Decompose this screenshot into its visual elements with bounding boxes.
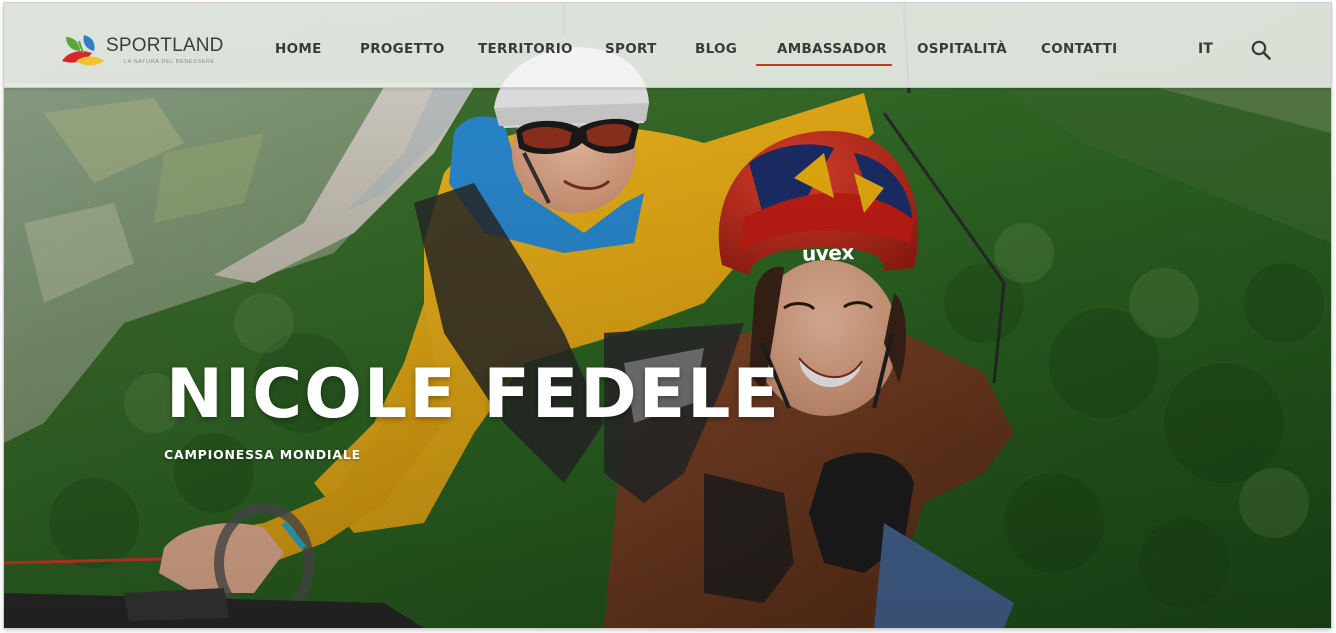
hero-subtitle: CAMPIONESSA MONDIALE bbox=[164, 447, 361, 462]
browser-viewport: uvex SPORTLAND LA NATURA DEL BENESSERE H… bbox=[4, 3, 1331, 628]
nav-item-ambassador[interactable]: AMBASSADOR bbox=[777, 41, 887, 57]
language-selector[interactable]: IT bbox=[1198, 41, 1213, 57]
nav-item-progetto[interactable]: PROGETTO bbox=[360, 41, 445, 57]
nav-item-ospitalita[interactable]: OSPITALITÀ bbox=[917, 41, 1007, 57]
main-nav: HOME PROGETTO TERRITORIO SPORT BLOG AMBA… bbox=[4, 3, 1331, 87]
nav-item-blog[interactable]: BLOG bbox=[695, 41, 737, 57]
helmet-brand-text: uvex bbox=[801, 240, 855, 266]
nav-item-territorio[interactable]: TERRITORIO bbox=[478, 41, 573, 57]
hero-title: NICOLE FEDELE bbox=[166, 355, 781, 434]
hero-image bbox=[4, 3, 1331, 628]
nav-item-contatti[interactable]: CONTATTI bbox=[1041, 41, 1117, 57]
active-nav-indicator bbox=[756, 64, 892, 66]
nav-item-home[interactable]: HOME bbox=[275, 41, 322, 57]
search-icon[interactable] bbox=[1251, 40, 1271, 60]
nav-item-sport[interactable]: SPORT bbox=[605, 41, 657, 57]
site-header: SPORTLAND LA NATURA DEL BENESSERE HOME P… bbox=[4, 3, 1331, 88]
